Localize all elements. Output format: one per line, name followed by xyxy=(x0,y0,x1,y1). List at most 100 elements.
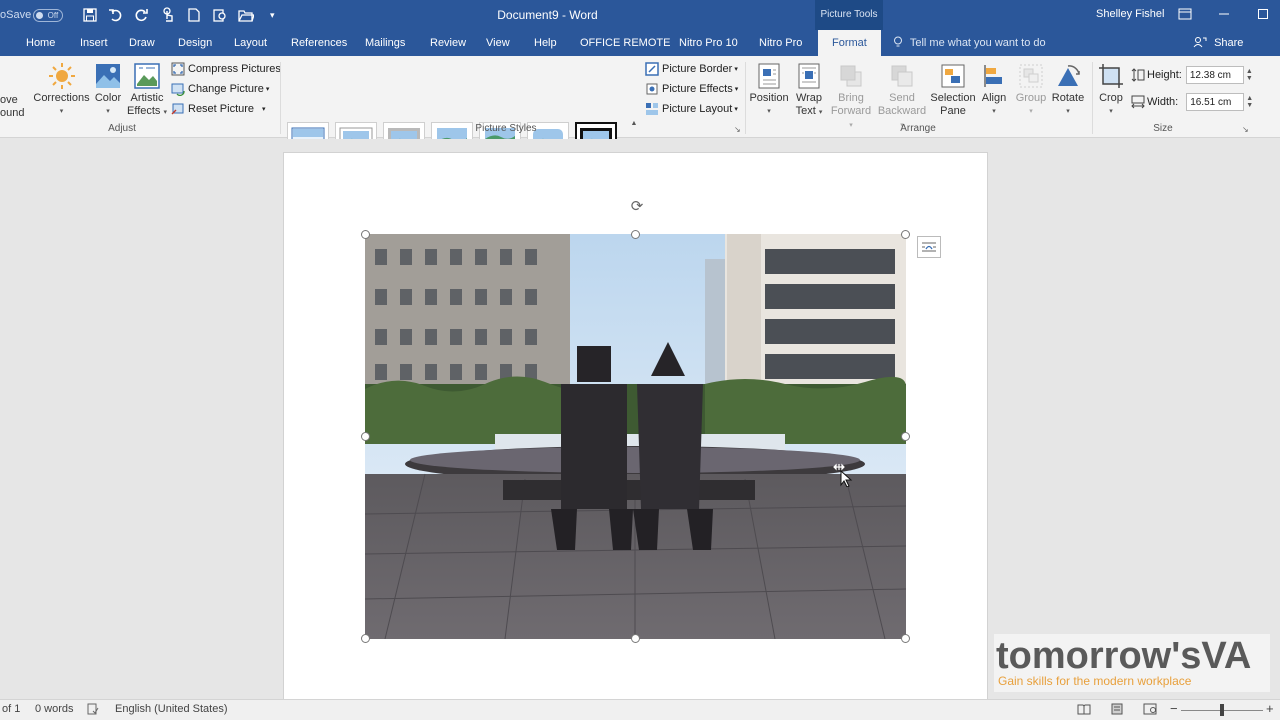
group-separator xyxy=(280,62,281,134)
ribbon-display-options-icon[interactable] xyxy=(1170,4,1200,24)
color-caret-icon: ▾ xyxy=(106,108,110,115)
tab-nitro-pro[interactable]: Nitro Pro xyxy=(759,30,802,56)
tab-view[interactable]: View xyxy=(486,30,510,56)
group-separator xyxy=(1092,62,1093,134)
selected-picture[interactable] xyxy=(365,234,906,639)
zoom-slider-thumb[interactable] xyxy=(1220,704,1224,716)
corrections-button[interactable]: Corrections ▾ xyxy=(33,62,90,118)
wrap-text-label-text: Text xyxy=(795,105,816,117)
share-button[interactable]: Share xyxy=(1193,30,1243,56)
tab-help[interactable]: Help xyxy=(534,30,557,56)
tell-me-box[interactable]: Tell me what you want to do xyxy=(893,30,1046,56)
height-icon xyxy=(1131,68,1145,82)
align-button[interactable]: Align ▾ xyxy=(978,62,1010,118)
rotate-label: Rotate xyxy=(1051,92,1085,104)
artistic-effects-button[interactable]: Artistic Effects ▾ xyxy=(127,62,167,119)
resize-handle-bottom-left[interactable] xyxy=(361,634,370,643)
zoom-in-icon[interactable]: + xyxy=(1266,701,1274,716)
crop-button[interactable]: Crop ▾ xyxy=(1096,62,1126,118)
picture-effects-label: Picture Effects xyxy=(662,83,733,95)
rotate-handle-icon[interactable]: ⟳ xyxy=(627,196,647,216)
picture-styles-launcher-icon[interactable]: ↘ xyxy=(734,125,741,134)
compress-pictures-icon xyxy=(171,62,185,76)
zoom-out-icon[interactable]: − xyxy=(1170,701,1178,716)
align-label: Align xyxy=(981,92,1007,104)
share-label: Share xyxy=(1214,37,1244,49)
picture-layout-button[interactable]: Picture Layout ▾ xyxy=(645,100,738,118)
group-button[interactable]: Group ▾ xyxy=(1012,62,1050,118)
compress-pictures-button[interactable]: Compress Pictures xyxy=(171,60,281,78)
picture-layout-caret-icon: ▾ xyxy=(734,106,738,113)
corrections-icon xyxy=(48,63,75,89)
bring-forward-label-2: Forward ▾ xyxy=(830,105,872,129)
reset-picture-button[interactable]: Reset Picture ▾ xyxy=(171,100,266,118)
artistic-effects-label-2: Effects ▾ xyxy=(127,105,168,117)
selection-pane-label-2: Pane xyxy=(940,105,966,117)
rotate-icon xyxy=(1058,65,1080,86)
picture-border-button[interactable]: Picture Border ▾ xyxy=(645,60,738,78)
send-backward-icon xyxy=(891,65,913,87)
tab-design[interactable]: Design xyxy=(178,30,212,56)
tab-format[interactable]: Format xyxy=(818,30,881,56)
tab-layout[interactable]: Layout xyxy=(234,30,267,56)
page-count[interactable]: of 1 xyxy=(2,703,20,715)
resize-handle-top-left[interactable] xyxy=(361,230,370,239)
picture-effects-caret-icon: ▾ xyxy=(734,86,739,93)
corrections-label: Corrections xyxy=(33,92,90,104)
proofing-icon[interactable] xyxy=(87,703,99,718)
tab-insert[interactable]: Insert xyxy=(80,30,108,56)
bring-forward-icon xyxy=(840,65,862,87)
tab-draw[interactable]: Draw xyxy=(129,30,155,56)
send-backward-button[interactable]: Send Backward ▾ xyxy=(876,62,928,132)
group-icon xyxy=(1019,64,1043,88)
color-icon xyxy=(96,64,120,88)
resize-handle-top-right[interactable] xyxy=(901,230,910,239)
tab-mailings[interactable]: Mailings xyxy=(365,30,405,56)
position-label: Position xyxy=(749,92,789,104)
height-input[interactable] xyxy=(1185,66,1244,84)
tab-nitro-pro-10[interactable]: Nitro Pro 10 xyxy=(679,30,738,56)
remove-background-label-1: ove xyxy=(0,94,18,106)
tab-home[interactable]: Home xyxy=(26,30,55,56)
resize-handle-top[interactable] xyxy=(631,230,640,239)
selection-pane-button[interactable]: Selection Pane xyxy=(930,62,976,118)
language-indicator[interactable]: English (United States) xyxy=(115,703,228,715)
resize-handle-bottom-right[interactable] xyxy=(901,634,910,643)
bring-forward-button[interactable]: Bring Forward ▾ xyxy=(828,62,874,132)
tab-references[interactable]: References xyxy=(291,30,347,56)
color-button[interactable]: Color ▾ xyxy=(93,62,123,118)
resize-handle-left[interactable] xyxy=(361,432,370,441)
tomorrows-va-watermark: tomorrow'sVA Gain skills for the modern … xyxy=(994,634,1270,692)
remove-background-label-2: ound xyxy=(0,107,25,119)
rotate-button[interactable]: Rotate ▾ xyxy=(1050,62,1086,118)
change-picture-icon xyxy=(171,83,185,96)
resize-handle-right[interactable] xyxy=(901,432,910,441)
chevron-up-icon[interactable]: ▲ xyxy=(631,120,638,127)
wrap-text-button[interactable]: Wrap Text ▾ xyxy=(792,62,826,119)
tab-review[interactable]: Review xyxy=(430,30,466,56)
minimize-icon[interactable] xyxy=(1209,4,1239,24)
tab-office-remote[interactable]: OFFICE REMOTE xyxy=(580,30,670,56)
read-mode-icon[interactable] xyxy=(1077,703,1091,718)
height-spinner[interactable]: ▲ ▼ xyxy=(1246,68,1253,82)
size-launcher-icon[interactable]: ↘ xyxy=(1242,125,1249,134)
width-spinner[interactable]: ▲ ▼ xyxy=(1246,95,1253,109)
position-button[interactable]: Position ▾ xyxy=(749,62,789,118)
crop-label: Crop xyxy=(1099,92,1123,104)
word-count[interactable]: 0 words xyxy=(35,703,74,715)
change-picture-caret-icon: ▾ xyxy=(265,86,270,93)
width-input[interactable] xyxy=(1186,93,1245,111)
web-layout-icon[interactable] xyxy=(1143,703,1157,718)
resize-handle-bottom[interactable] xyxy=(631,634,640,643)
remove-background-button[interactable]: ove ound xyxy=(0,94,24,120)
maximize-icon[interactable] xyxy=(1248,4,1278,24)
size-group-label: Size xyxy=(1153,123,1173,134)
status-bar: of 1 0 words English (United States) − + xyxy=(0,699,1280,720)
print-layout-icon[interactable] xyxy=(1110,703,1124,718)
reset-picture-icon xyxy=(171,103,184,115)
watermark-tagline: Gain skills for the modern workplace xyxy=(998,674,1192,688)
user-name[interactable]: Shelley Fishel xyxy=(1096,8,1164,20)
layout-options-icon[interactable] xyxy=(917,236,941,258)
picture-effects-button[interactable]: Picture Effects ▾ xyxy=(645,80,738,98)
change-picture-button[interactable]: Change Picture ▾ xyxy=(171,80,269,98)
